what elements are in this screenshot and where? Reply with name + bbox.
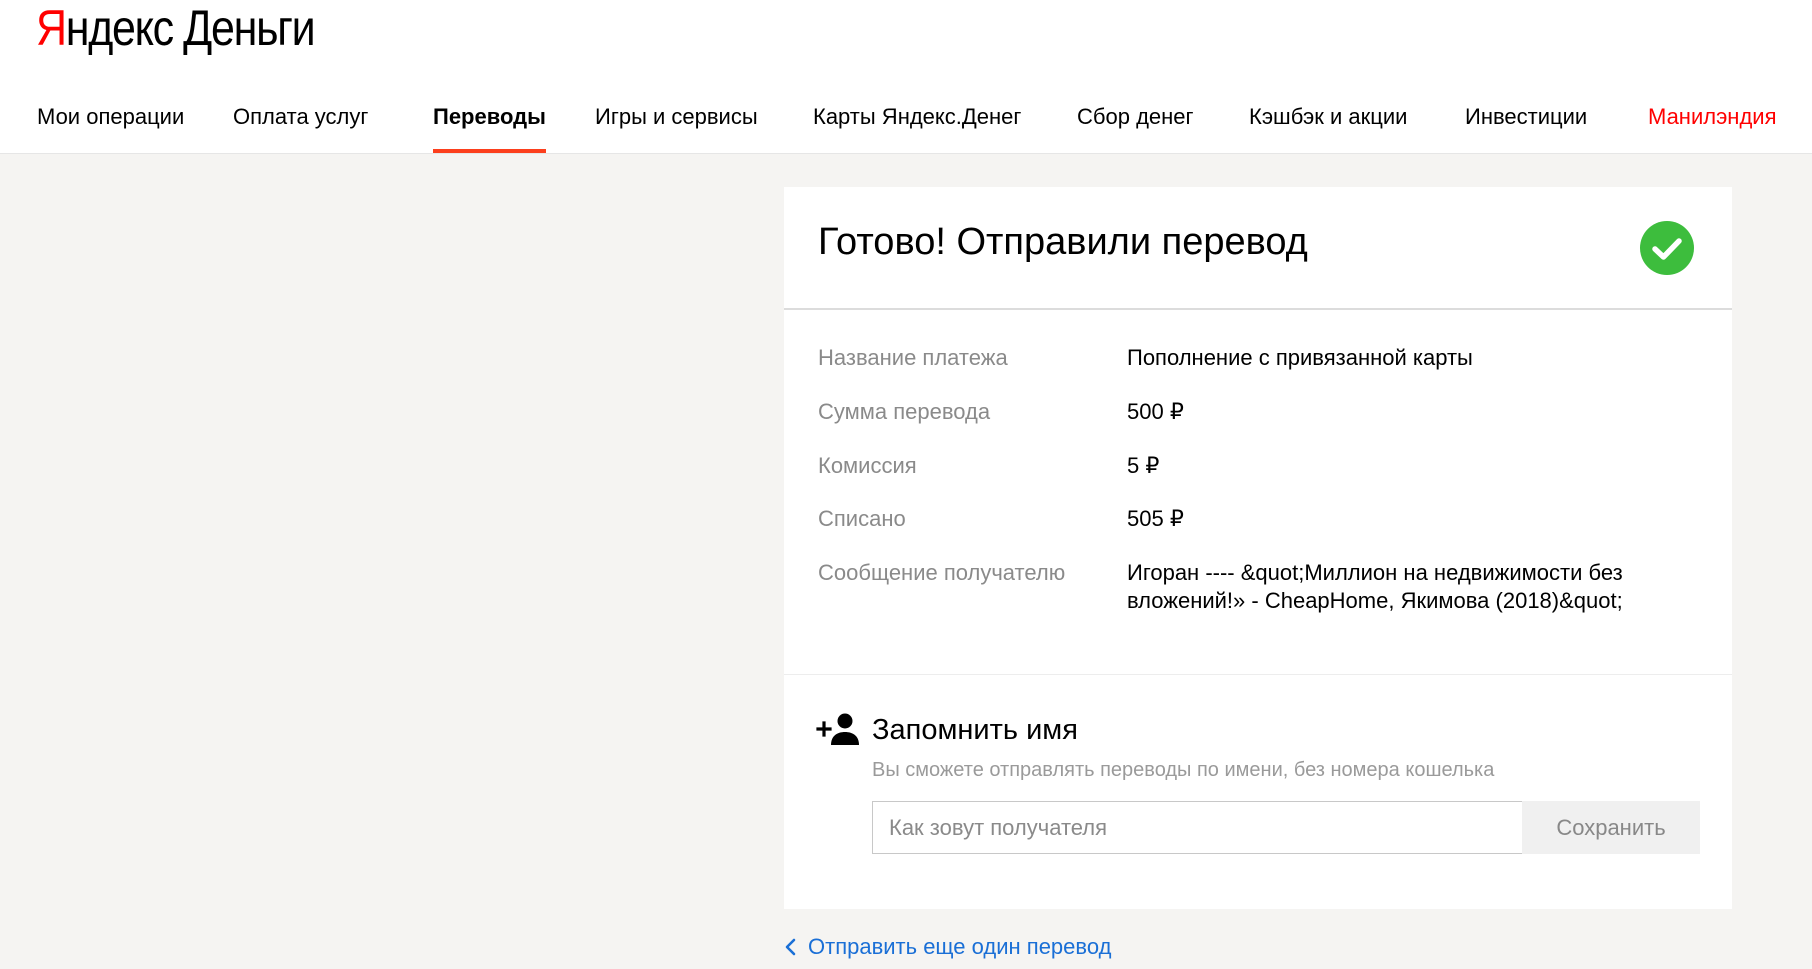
send-another-transfer-link[interactable]: Отправить еще один перевод <box>784 932 1111 962</box>
nav-item-fundraising[interactable]: Сбор денег <box>1077 100 1194 134</box>
logo-yandex-text: ндекс <box>65 0 174 56</box>
send-another-transfer-label: Отправить еще один перевод <box>808 934 1112 959</box>
chevron-left-icon <box>785 938 796 956</box>
remember-name-title: Запомнить имя <box>872 714 1078 746</box>
logo-service-text: Деньги <box>183 0 315 56</box>
save-button[interactable]: Сохранить <box>1522 801 1700 854</box>
nav-item-cards[interactable]: Карты Яндекс.Денег <box>813 100 1021 134</box>
header: Яндекс Деньги Мои операции Оплата услуг П… <box>0 0 1812 154</box>
nav-item-my-operations[interactable]: Мои операции <box>37 100 184 134</box>
detail-label: Сумма перевода <box>818 399 991 424</box>
check-circle-icon <box>1640 221 1694 275</box>
detail-label: Сообщение получателю <box>818 560 1066 585</box>
detail-value: 505 ₽ <box>1127 506 1184 531</box>
section-divider <box>784 674 1732 675</box>
detail-value: 500 ₽ <box>1127 399 1184 424</box>
detail-value: Игоран ---- &quot;Миллион на недвижимост… <box>1127 560 1623 613</box>
recipient-name-input[interactable] <box>872 801 1522 854</box>
nav-item-moneyland[interactable]: Манилэндия <box>1648 100 1777 134</box>
detail-label: Комиссия <box>818 453 917 478</box>
transfer-result-card: Готово! Отправили перевод Название плате… <box>784 187 1732 909</box>
nav-item-games-services[interactable]: Игры и сервисы <box>595 100 758 134</box>
yandex-money-logo[interactable]: Яндекс Деньги <box>36 0 316 56</box>
remember-name-hint: Вы сможете отправлять переводы по имени,… <box>872 759 1495 781</box>
nav-item-transfers[interactable]: Переводы <box>433 100 546 153</box>
detail-value: 5 ₽ <box>1127 453 1160 478</box>
title-divider <box>784 308 1732 310</box>
detail-label: Название платежа <box>818 345 1008 370</box>
nav-item-investments[interactable]: Инвестиции <box>1465 100 1587 134</box>
nav-item-pay-services[interactable]: Оплата услуг <box>233 100 368 134</box>
nav-item-cashback[interactable]: Кэшбэк и акции <box>1249 100 1407 134</box>
page-title: Готово! Отправили перевод <box>818 221 1308 263</box>
add-person-icon <box>816 713 859 745</box>
detail-value: Пополнение с привязанной карты <box>1127 345 1473 370</box>
detail-label: Списано <box>818 506 906 531</box>
logo-first-letter: Я <box>36 0 67 56</box>
